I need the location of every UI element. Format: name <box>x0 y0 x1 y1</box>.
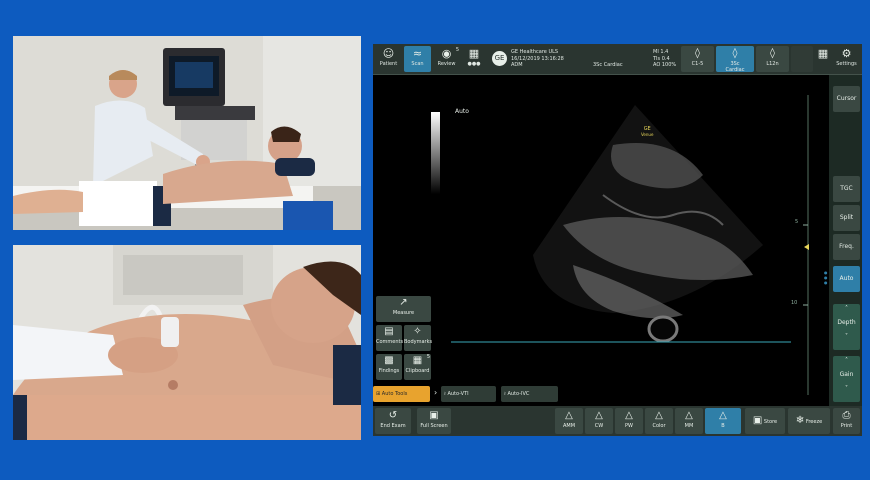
auto-button[interactable]: Auto <box>833 266 860 292</box>
chevron-down-icon: ˅ <box>845 333 848 340</box>
chevron-right-icon: › <box>434 388 438 397</box>
top-bar: ☺ Patient ≈ Scan ◉ Review 5 ▦ ●●● GE GE … <box>373 44 862 75</box>
more-dots-icon: ●●● <box>467 61 481 67</box>
cursor-button[interactable]: Cursor <box>833 86 860 112</box>
comments-button[interactable]: ▤ Comments <box>376 325 403 351</box>
plus-icon: ⊞ <box>376 391 381 397</box>
store-button[interactable]: ▣ Store <box>745 408 785 434</box>
probe-c1-5[interactable]: ◊ C1-5 <box>681 46 714 72</box>
split-button[interactable]: Split <box>833 205 860 231</box>
vti-icon: ≀ <box>444 391 446 397</box>
pw-icon: △ <box>625 410 633 421</box>
exam-scene-bottom <box>13 245 361 440</box>
auto-tools-button[interactable]: ⊞ Auto Tools <box>373 386 430 402</box>
end-exam-button[interactable]: ↺ End Exam <box>375 408 411 434</box>
ultrasound-screen: ☺ Patient ≈ Scan ◉ Review 5 ▦ ●●● GE GE … <box>373 44 862 436</box>
device-name: GE Healthcare ULS <box>511 49 559 55</box>
color-icon: △ <box>655 410 663 421</box>
chevron-up-icon: ˄ <box>845 357 848 364</box>
cw-icon: △ <box>595 410 603 421</box>
tgc-button[interactable]: TGC <box>833 176 860 202</box>
grayscale-bar <box>431 112 440 194</box>
bodymarks-button[interactable]: ✧ Bodymarks <box>404 325 432 351</box>
patient-button[interactable]: ☺ Patient <box>375 46 402 72</box>
exam-photo-bottom <box>13 245 361 440</box>
color-button[interactable]: △ Color <box>645 408 673 434</box>
measure-button[interactable]: ↗ Measure <box>376 296 431 322</box>
scan-button[interactable]: ≈ Scan <box>404 46 431 72</box>
pw-button[interactable]: △ PW <box>615 408 643 434</box>
auto-vti-button[interactable]: ≀ Auto-VTI <box>441 386 496 402</box>
person-icon: ☺ <box>382 47 395 60</box>
comment-icon: ▤ <box>384 326 394 337</box>
clipboard-count: 5 <box>426 354 430 360</box>
fullscreen-icon: ▣ <box>429 410 439 421</box>
exam-scene-top <box>13 36 361 230</box>
grid-icon: ▦ <box>817 47 829 60</box>
ge-logo-icon: GE <box>492 51 507 66</box>
preset-label: 3Sc Cardiac <box>593 62 623 68</box>
gear-icon: ⚙ <box>841 47 852 60</box>
mm-icon: △ <box>685 410 693 421</box>
bottom-bar: ↺ End Exam ▣ Full Screen △ AMM △ CW △ PW… <box>373 406 862 436</box>
body-icon: ✧ <box>413 326 422 337</box>
ruler-icon: ↗ <box>399 297 408 308</box>
printer-icon: ⎙ <box>842 410 851 421</box>
settings-button[interactable]: ⚙ Settings <box>833 46 860 72</box>
user-id: ADM <box>511 62 523 68</box>
findings-button[interactable]: ▩ Findings <box>376 354 402 380</box>
amm-icon: △ <box>565 410 573 421</box>
depth-label-10: 10 <box>791 300 798 306</box>
exam-photo-top <box>13 36 361 230</box>
print-button[interactable]: ⎙ Print <box>833 408 860 434</box>
findings-icon: ▩ <box>384 355 394 366</box>
depth-slider[interactable]: ˄ Depth ˅ <box>833 304 860 350</box>
full-screen-button[interactable]: ▣ Full Screen <box>417 408 451 434</box>
clipboard-icon: ▦ <box>468 47 480 60</box>
b-mode-button[interactable]: △ B <box>705 408 741 434</box>
chevron-down-icon: ˅ <box>845 385 848 392</box>
ultrasound-image-area[interactable]: Auto GE Venue 5 10 <box>373 75 829 407</box>
page-dots: ● ● ● <box>824 270 828 285</box>
probe-3sc[interactable]: ◊ 3Sc Cardiac <box>716 46 754 73</box>
ao-value: AO 100% <box>653 62 677 68</box>
depth-label-5: 5 <box>795 219 799 225</box>
review-count: 5 <box>455 47 459 53</box>
probe-slot-empty[interactable] <box>791 46 813 72</box>
sector-icon: △ <box>719 410 727 421</box>
review-button[interactable]: ◉ Review 5 <box>433 46 460 72</box>
echo-image <box>373 75 829 407</box>
auto-ivc-button[interactable]: ≀ Auto-IVC <box>501 386 558 402</box>
gain-slider[interactable]: ˄ Gain ˅ <box>833 356 860 402</box>
cw-button[interactable]: △ CW <box>585 408 613 434</box>
freq-button[interactable]: Freq. <box>833 234 860 260</box>
probe-icon: ◊ <box>695 48 700 59</box>
chevron-up-icon: ˄ <box>845 305 848 312</box>
freeze-button[interactable]: ❄ Freeze <box>788 408 830 434</box>
grid-button[interactable]: ▦ <box>815 46 831 72</box>
auto-label: Auto <box>455 108 469 115</box>
quick-actions[interactable]: ▦ ●●● <box>462 46 486 72</box>
clipboard-button[interactable]: ▦ Clipboard 5 <box>404 354 431 380</box>
scan-icon: ≈ <box>412 47 423 60</box>
ivc-icon: ≀ <box>504 391 506 397</box>
camera-icon: ▣ <box>752 415 763 426</box>
probe-icon: ◊ <box>770 48 775 59</box>
end-exam-icon: ↺ <box>388 410 398 421</box>
probe-icon: ◊ <box>732 48 738 59</box>
snowflake-icon: ❄ <box>795 415 805 426</box>
amm-button[interactable]: △ AMM <box>555 408 583 434</box>
probe-l12n[interactable]: ◊ L12n <box>756 46 789 72</box>
ge-venue-mark: GE Venue <box>641 126 654 138</box>
mm-button[interactable]: △ MM <box>675 408 703 434</box>
